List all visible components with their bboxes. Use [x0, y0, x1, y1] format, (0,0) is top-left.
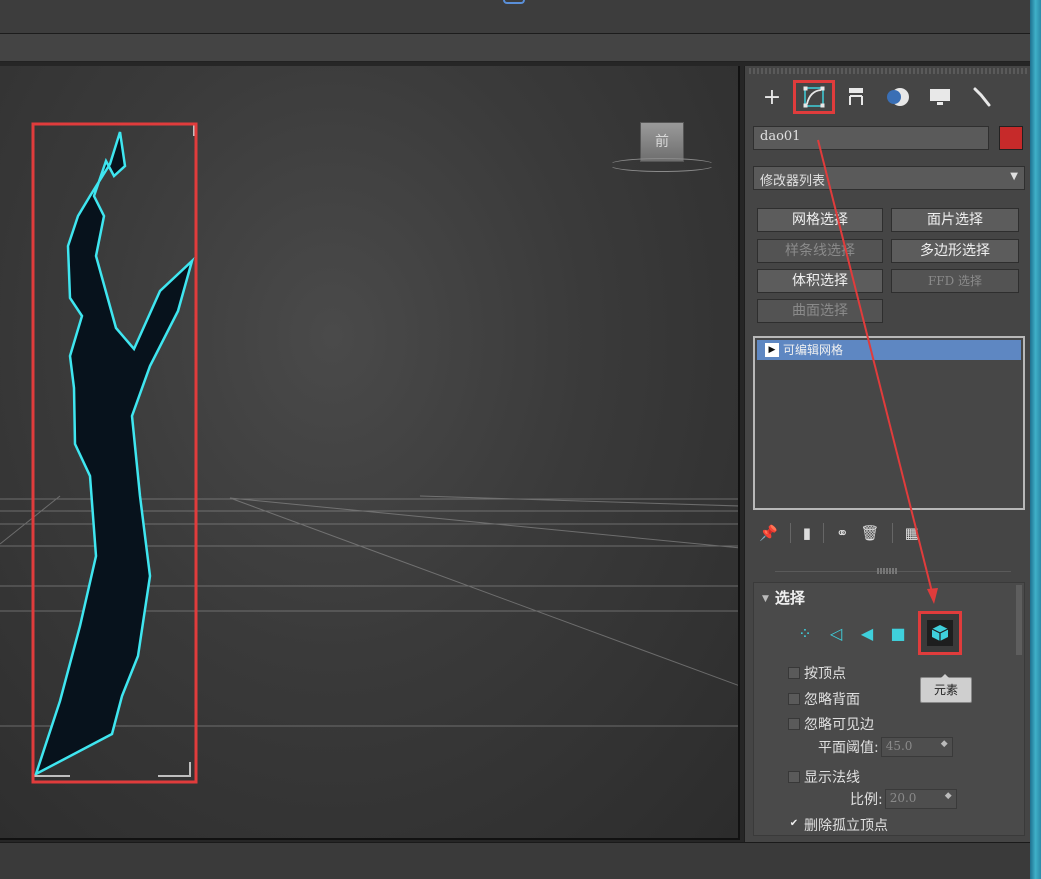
desktop-edge — [1030, 0, 1041, 879]
annotation-arrow — [817, 139, 938, 604]
status-bar — [0, 842, 1030, 879]
